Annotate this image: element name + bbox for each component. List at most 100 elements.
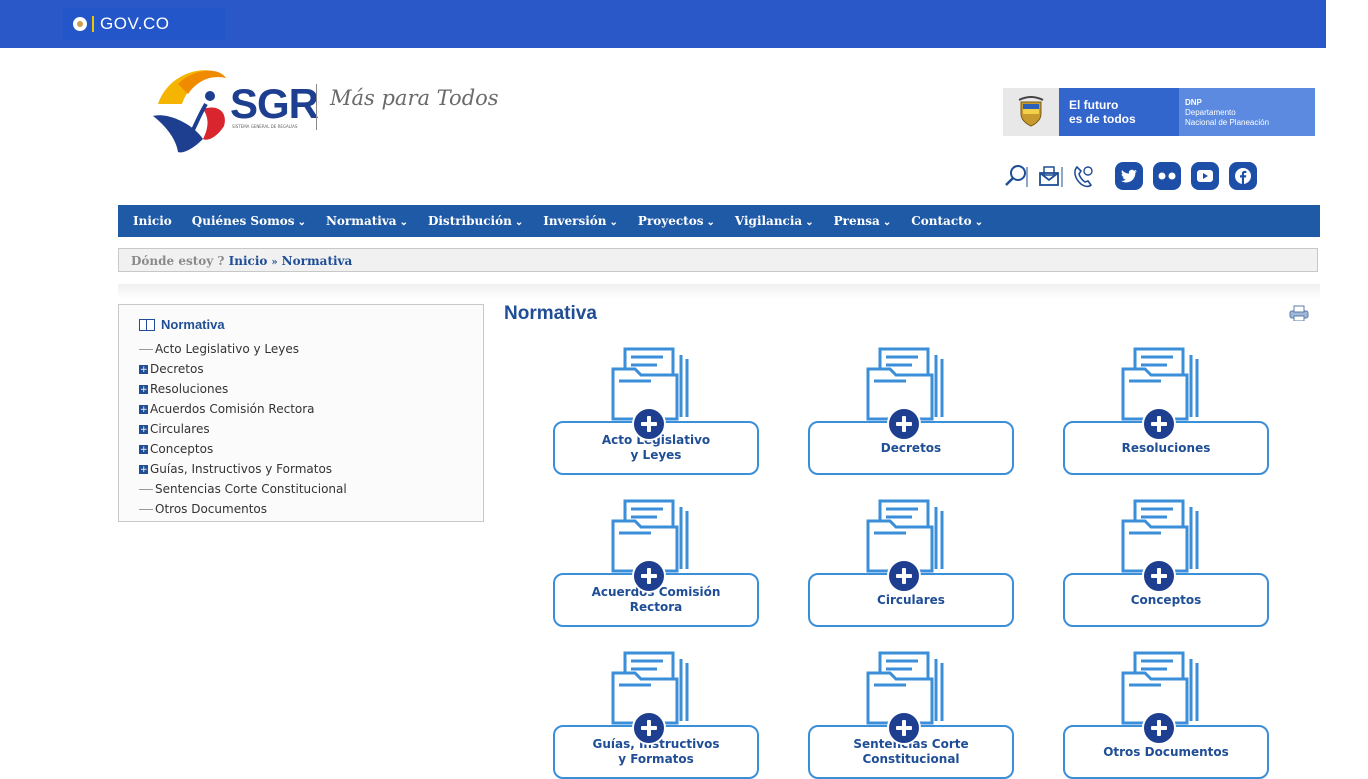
nav-item-inversion[interactable]: Inversión ⌄ — [543, 214, 618, 228]
plus-circle-icon[interactable] — [632, 407, 666, 441]
breadcrumb-separator: » — [271, 257, 278, 268]
phone-support-icon[interactable] — [1071, 163, 1097, 189]
card-guias[interactable]: Guías, Instructivos y Formatos — [553, 647, 759, 779]
dnp-slogan-line2: es de todos — [1069, 112, 1136, 126]
chevron-down-icon: ⌄ — [609, 217, 618, 228]
dnp-name-line2: Nacional de Planeación — [1185, 118, 1270, 127]
card-acuerdos[interactable]: Acuerdos Comisión Rectora — [553, 495, 759, 627]
plus-circle-icon[interactable] — [887, 711, 921, 745]
card-decretos[interactable]: Decretos — [808, 343, 1014, 475]
dnp-banner-slogan: El futuro es de todos — [1059, 88, 1179, 136]
tree-item-label: Acto Legislativo y Leyes — [155, 342, 300, 356]
plus-circle-icon[interactable] — [1142, 711, 1176, 745]
gov-top-bar: GOV.CO — [0, 0, 1368, 48]
card-circulares[interactable]: Circulares — [808, 495, 1014, 627]
mail-icon[interactable] — [1037, 163, 1063, 189]
sgr-brand-sub: SISTEMA GENERAL DE REGALÍAS — [232, 124, 298, 129]
search-icon[interactable] — [1003, 163, 1029, 189]
card-label: Conceptos — [1111, 593, 1222, 608]
nav-item-label: Inversión — [543, 214, 607, 228]
tree-item-label: Guías, Instructivos y Formatos — [150, 462, 333, 476]
chevron-down-icon: ⌄ — [297, 217, 306, 228]
tree-item-acto-legislativo[interactable]: Acto Legislativo y Leyes — [139, 339, 347, 359]
dnp-banner[interactable]: El futuro es de todos DNP Departamento N… — [1003, 88, 1315, 136]
nav-item-contacto[interactable]: Contacto ⌄ — [911, 214, 983, 228]
tree-item-acuerdos[interactable]: + Acuerdos Comisión Rectora — [139, 399, 347, 419]
colombia-seal-icon — [73, 17, 87, 31]
card-label-line2: y Leyes — [630, 448, 682, 462]
book-icon — [139, 318, 155, 331]
tree-item-otros[interactable]: Otros Documentos — [139, 499, 347, 519]
nav-item-distribucion[interactable]: Distribución ⌄ — [428, 214, 523, 228]
tree-item-resoluciones[interactable]: + Resoluciones — [139, 379, 347, 399]
tree-item-label: Sentencias Corte Constitucional — [155, 482, 347, 496]
tree-item-label: Acuerdos Comisión Rectora — [150, 402, 315, 416]
tree-item-label: Circulares — [150, 422, 210, 436]
breadcrumb-label: Dónde estoy ? — [131, 254, 225, 268]
card-conceptos[interactable]: Conceptos — [1063, 495, 1269, 627]
plus-circle-icon[interactable] — [1142, 407, 1176, 441]
plus-circle-icon[interactable] — [887, 407, 921, 441]
plus-circle-icon[interactable] — [632, 559, 666, 593]
tree-item-conceptos[interactable]: + Conceptos — [139, 439, 347, 459]
tree-item-sentencias[interactable]: Sentencias Corte Constitucional — [139, 479, 347, 499]
card-label-line1: Otros Documentos — [1103, 744, 1229, 759]
expand-plus-icon[interactable]: + — [139, 424, 148, 434]
facebook-icon[interactable] — [1229, 162, 1257, 190]
page-title: Normativa — [504, 303, 597, 324]
breadcrumb-home-link[interactable]: Inicio — [229, 254, 268, 268]
card-label: Resoluciones — [1102, 441, 1231, 456]
tree-item-circulares[interactable]: + Circulares — [139, 419, 347, 439]
tree-item-guias[interactable]: + Guías, Instructivos y Formatos — [139, 459, 347, 479]
expand-plus-icon[interactable]: + — [139, 364, 148, 374]
expand-plus-icon[interactable]: + — [139, 464, 148, 474]
nav-item-label: Prensa — [833, 214, 880, 228]
tree-list: Acto Legislativo y Leyes + Decretos + Reso… — [139, 339, 347, 519]
card-label-line1: Decretos — [880, 440, 942, 455]
twitter-icon[interactable] — [1115, 162, 1143, 190]
expand-plus-icon[interactable]: + — [139, 404, 148, 414]
brand-divider — [316, 84, 317, 130]
tree-item-label: Conceptos — [150, 442, 214, 456]
flickr-icon[interactable] — [1153, 162, 1181, 190]
youtube-icon[interactable] — [1191, 162, 1219, 190]
dnp-banner-shield-area — [1003, 88, 1059, 136]
card-label-line1: Resoluciones — [1121, 440, 1211, 455]
tree-connector — [139, 348, 153, 350]
nav-item-label: Normativa — [325, 214, 397, 228]
tree-item-decretos[interactable]: + Decretos — [139, 359, 347, 379]
govco-separator — [92, 16, 94, 32]
card-resoluciones[interactable]: Resoluciones — [1063, 343, 1269, 475]
print-icon[interactable] — [1288, 305, 1310, 321]
expand-plus-icon[interactable]: + — [139, 384, 148, 394]
expand-plus-icon[interactable]: + — [139, 444, 148, 454]
card-acto-legislativo[interactable]: Acto Legislativo y Leyes — [553, 343, 759, 475]
chevron-down-icon: ⌄ — [399, 217, 408, 228]
tree-connector — [139, 508, 153, 510]
card-label-line1: Circulares — [877, 592, 945, 607]
plus-circle-icon[interactable] — [887, 559, 921, 593]
nav-item-proyectos[interactable]: Proyectos ⌄ — [638, 214, 715, 228]
card-label: Decretos — [861, 441, 961, 456]
card-label-line2: Rectora — [629, 600, 683, 614]
nav-item-label: Vigilancia — [734, 214, 803, 228]
nav-item-quienes-somos[interactable]: Quiénes Somos ⌄ — [192, 214, 306, 228]
breadcrumb-current[interactable]: Normativa — [282, 254, 353, 268]
nav-item-vigilancia[interactable]: Vigilancia ⌄ — [735, 214, 814, 228]
card-label: Otros Documentos — [1083, 745, 1249, 760]
nav-item-label: Contacto — [911, 214, 972, 228]
card-sentencias[interactable]: Sentencias Corte Constitucional — [808, 647, 1014, 779]
tree-root[interactable]: Normativa — [139, 317, 225, 332]
card-label-line2: y Formatos — [618, 752, 694, 766]
plus-circle-icon[interactable] — [1142, 559, 1176, 593]
nav-item-inicio[interactable]: Inicio — [133, 214, 172, 228]
plus-circle-icon[interactable] — [632, 711, 666, 745]
govco-logo[interactable]: GOV.CO — [63, 8, 225, 40]
nav-item-label: Distribución — [427, 214, 512, 228]
chevron-down-icon: ⌄ — [974, 217, 984, 228]
card-otros-documentos[interactable]: Otros Documentos — [1063, 647, 1269, 779]
tree-item-label: Resoluciones — [150, 382, 229, 396]
nav-item-normativa[interactable]: Normativa ⌄ — [326, 214, 408, 228]
nav-item-prensa[interactable]: Prensa ⌄ — [834, 214, 892, 228]
tree-item-label: Otros Documentos — [155, 502, 267, 516]
